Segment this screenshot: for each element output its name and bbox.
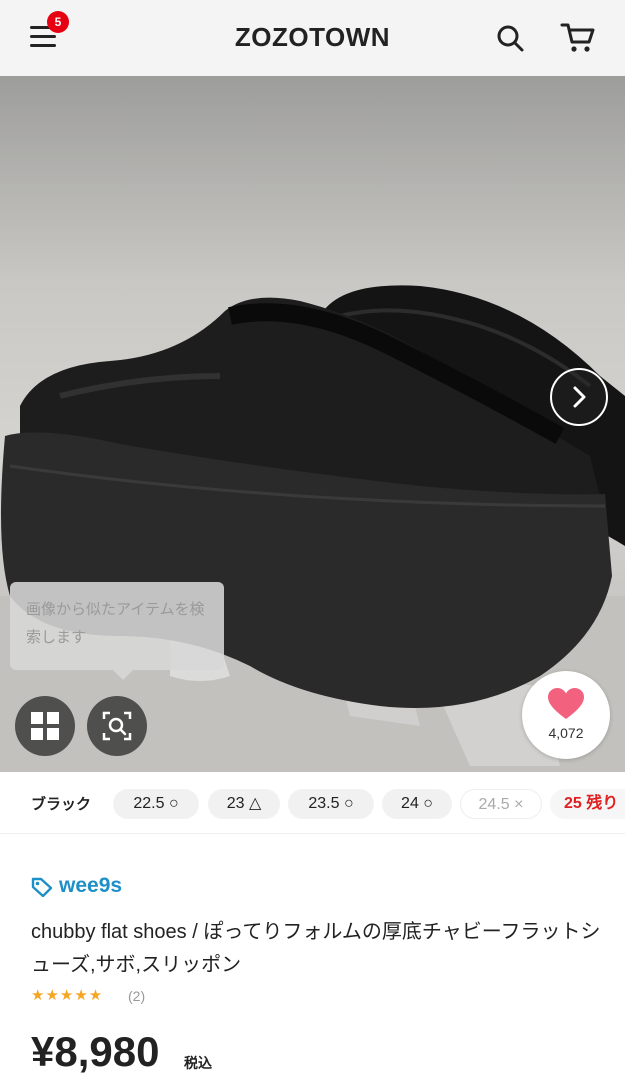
grid-view-button[interactable] <box>15 696 75 756</box>
tag-icon <box>31 877 53 897</box>
similar-search-tooltip: 画像から似たアイテムを検索します <box>10 582 224 680</box>
favorite-count: 4,072 <box>548 725 584 741</box>
brand-name: wee9s <box>59 874 123 897</box>
site-logo[interactable]: ZOZOTOWN <box>0 22 625 53</box>
favorite-button[interactable]: 4,072 <box>522 671 610 759</box>
app-header: 5 ZOZOTOWN <box>0 0 625 76</box>
grid-icon <box>31 712 59 740</box>
chevron-right-icon <box>573 386 586 408</box>
size-chip-23-5[interactable]: 23.5 ○ <box>288 789 374 819</box>
size-chip-25[interactable]: 25 残り <box>550 789 625 819</box>
search-icon[interactable] <box>494 22 526 54</box>
tax-label: 税込 <box>184 1055 212 1071</box>
next-image-button[interactable] <box>550 368 608 426</box>
price: ¥8,980 <box>31 1028 160 1075</box>
star-rating: ★★★★★ <box>31 987 104 1004</box>
cart-icon[interactable] <box>560 20 596 54</box>
size-chip-24-5[interactable]: 24.5 × <box>460 789 542 819</box>
product-title: chubby flat shoes / ぽってりフォルムの厚底チャビーフラットシ… <box>31 921 601 976</box>
color-label: ブラック <box>31 796 92 813</box>
size-chip-24[interactable]: 24 ○ <box>382 789 452 819</box>
size-chip-22-5[interactable]: 22.5 ○ <box>113 789 199 819</box>
image-search-button[interactable] <box>87 696 147 756</box>
review-count: (2) <box>128 988 146 1004</box>
product-image-carousel[interactable]: 画像から似たアイテムを検索します 4,072 <box>0 76 625 772</box>
size-selector: ブラック 22.5 ○ 23 △ 23.5 ○ 24 ○ 24.5 × 25 残… <box>0 772 625 834</box>
heart-icon <box>548 688 584 719</box>
image-search-icon <box>102 711 132 741</box>
size-chip-23[interactable]: 23 △ <box>208 789 280 819</box>
